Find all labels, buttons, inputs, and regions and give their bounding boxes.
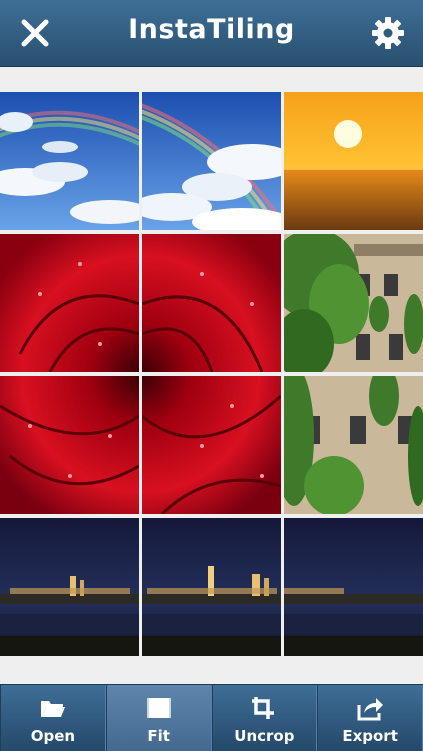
tile-red-rose-top-left[interactable] xyxy=(0,234,139,372)
tile-sky-rainbow-right[interactable] xyxy=(142,92,281,230)
export-label: Export xyxy=(342,727,398,745)
fit-label: Fit xyxy=(147,727,170,745)
tile-red-rose-bottom-right[interactable] xyxy=(142,376,281,514)
open-label: Open xyxy=(30,727,76,745)
tile-sunset-sea[interactable] xyxy=(284,92,423,230)
uncrop-icon xyxy=(250,695,278,721)
bottom-toolbar: Open Fit Uncrop Export xyxy=(0,684,423,751)
tile-city-night-center[interactable] xyxy=(142,518,281,656)
tile-ivy-building-bottom[interactable] xyxy=(284,376,423,514)
folder-open-icon xyxy=(39,695,67,721)
tile-sky-rainbow-left[interactable] xyxy=(0,92,139,230)
gear-icon[interactable] xyxy=(367,12,409,54)
fit-icon xyxy=(145,695,173,721)
export-button[interactable]: Export xyxy=(317,685,423,751)
open-button[interactable]: Open xyxy=(0,685,106,751)
top-bar: InstaTiling xyxy=(0,0,423,67)
tile-ivy-building-top[interactable] xyxy=(284,234,423,372)
uncrop-button[interactable]: Uncrop xyxy=(211,685,318,751)
app-title: InstaTiling xyxy=(128,14,295,45)
tile-city-night-right[interactable] xyxy=(284,518,423,656)
export-icon xyxy=(356,695,384,721)
uncrop-label: Uncrop xyxy=(234,727,295,745)
tile-city-night-left[interactable] xyxy=(0,518,139,656)
fit-button[interactable]: Fit xyxy=(105,685,212,751)
tile-red-rose-bottom-left[interactable] xyxy=(0,376,139,514)
tile-red-rose-top-right[interactable] xyxy=(142,234,281,372)
